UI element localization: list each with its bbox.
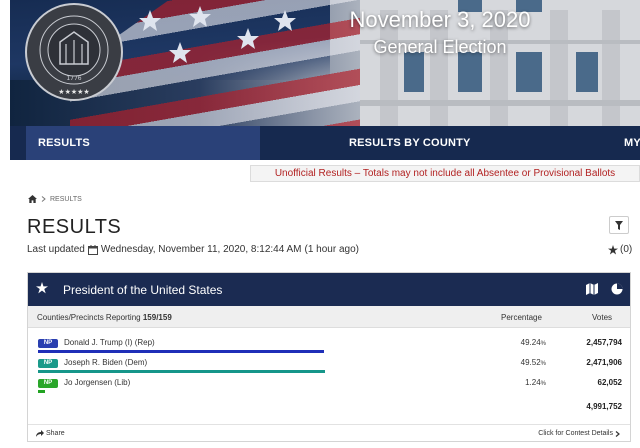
svg-text:1776: 1776 [66, 75, 81, 82]
contest-details-link[interactable]: Click for Contest Details [538, 430, 620, 437]
georgia-seal-logo: 1776 ★★★★★ [25, 3, 123, 101]
reporting-label: Counties/Precincts Reporting [37, 313, 141, 322]
banner-title: November 3, 2020 General Election [340, 6, 540, 60]
favorites-count: (0) [620, 244, 633, 255]
candidate-name: Jo Jorgensen (Lib) [64, 378, 131, 387]
contest-header: President of the United States [28, 273, 630, 306]
percentage-header: Percentage [501, 313, 542, 322]
candidate-percentage: 1.24% [525, 378, 546, 387]
share-button[interactable]: Share [36, 430, 65, 437]
vote-share-bar [38, 370, 326, 373]
vote-share-bar [38, 390, 46, 393]
last-updated: Last updated Wednesday, November 11, 202… [27, 244, 359, 255]
star-icon [608, 244, 618, 254]
favorites-button[interactable]: (0) [608, 244, 632, 255]
last-updated-datetime: Wednesday, November 11, 2020, 8:12:44 AM [100, 244, 302, 255]
election-banner: 1776 ★★★★★ November 3, 2020 General Elec… [10, 0, 640, 126]
tab-results-by-county[interactable]: RESULTS BY COUNTY [349, 126, 471, 160]
candidate-percentage: 49.24% [520, 338, 546, 347]
chevron-right-icon [615, 430, 620, 437]
vote-share-bar [38, 350, 324, 353]
candidate-name: Joseph R. Biden (Dem) [64, 358, 148, 367]
contest-details-label: Click for Contest Details [538, 430, 613, 437]
contest-column-header: Counties/Precincts Reporting 159/159 Per… [28, 306, 630, 328]
reporting-value: 159/159 [142, 313, 172, 322]
svg-text:★★★★★: ★★★★★ [58, 88, 89, 96]
chevron-right-icon [41, 196, 46, 202]
share-label: Share [46, 430, 65, 437]
candidate-votes: 2,457,794 [586, 338, 622, 347]
filter-icon [615, 220, 623, 230]
candidate-row[interactable]: NP Donald J. Trump (I) (Rep) 49.24% 2,45… [28, 336, 630, 356]
party-badge: NP [38, 379, 58, 388]
candidate-row[interactable]: NP Jo Jorgensen (Lib) 1.24% 62,052 [28, 376, 630, 396]
reporting-status: Counties/Precincts Reporting 159/159 [37, 313, 172, 322]
tab-results[interactable]: RESULTS [26, 126, 260, 160]
home-icon[interactable] [28, 195, 37, 203]
contest-footer: Share Click for Contest Details [28, 424, 630, 442]
main-nav: RESULTS RESULTS BY COUNTY MY [10, 126, 640, 160]
votes-header: Votes [592, 313, 613, 322]
calendar-icon [87, 244, 98, 255]
election-date: November 3, 2020 [349, 7, 531, 32]
share-icon [36, 430, 44, 437]
party-badge: NP [38, 339, 58, 348]
star-icon[interactable] [36, 282, 48, 294]
last-updated-label: Last updated [27, 244, 85, 255]
contest-title: President of the United States [63, 283, 223, 297]
breadcrumb: RESULTS [28, 195, 82, 203]
breadcrumb-current: RESULTS [50, 195, 82, 203]
tab-my[interactable]: MY [624, 126, 640, 160]
contest-card: President of the United States Counties/… [27, 272, 631, 442]
candidate-votes: 2,471,906 [586, 358, 622, 367]
total-votes: 4,991,752 [586, 402, 622, 411]
candidate-row[interactable]: NP Joseph R. Biden (Dem) 49.52% 2,471,90… [28, 356, 630, 376]
election-name: General Election [373, 37, 507, 57]
filter-button[interactable] [609, 216, 629, 234]
candidate-name: Donald J. Trump (I) (Rep) [64, 338, 155, 347]
party-badge: NP [38, 359, 58, 368]
page-title: RESULTS [27, 216, 122, 238]
last-updated-relative: (1 hour ago) [304, 244, 359, 255]
candidate-percentage: 49.52% [520, 358, 546, 367]
candidate-votes: 62,052 [597, 378, 622, 387]
pie-chart-icon[interactable] [611, 283, 623, 295]
map-icon[interactable] [586, 283, 598, 295]
unofficial-results-notice: Unofficial Results – Totals may not incl… [250, 165, 640, 182]
